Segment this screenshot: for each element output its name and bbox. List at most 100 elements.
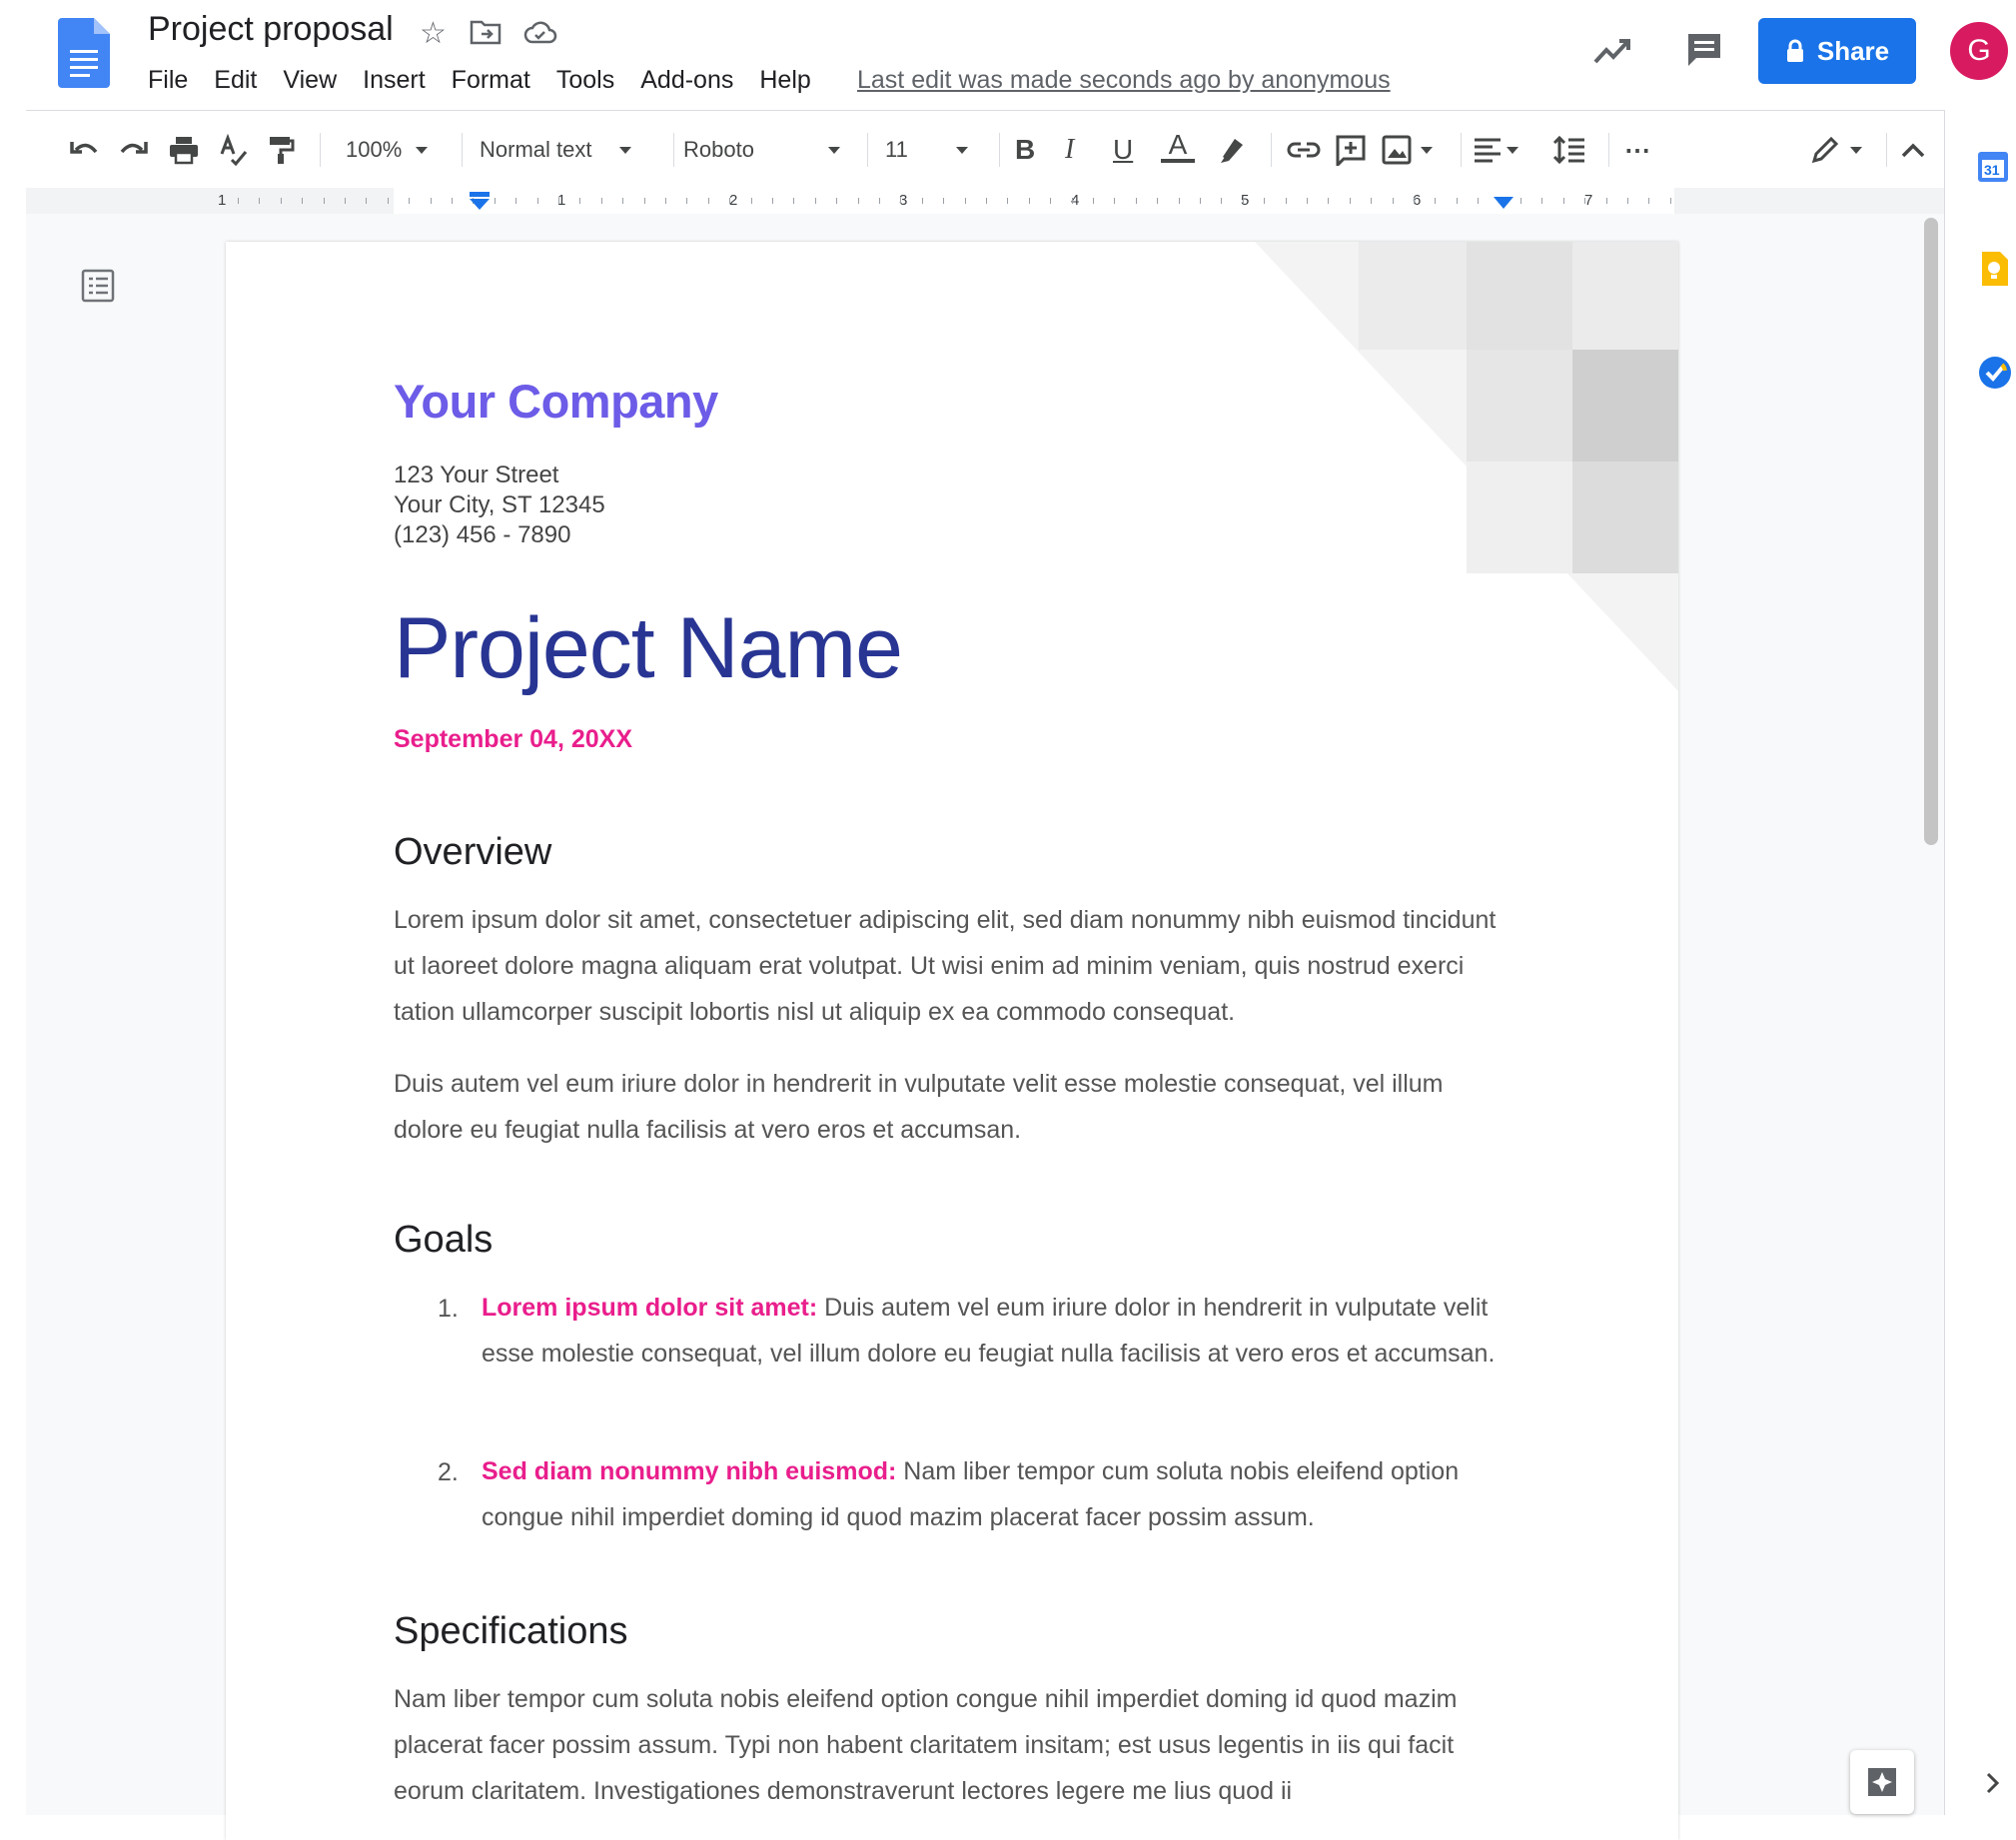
- line-spacing-icon[interactable]: [1552, 129, 1586, 171]
- document-title[interactable]: Project proposal: [148, 10, 394, 49]
- underline-button[interactable]: U: [1113, 129, 1133, 171]
- list-item-lead: Lorem ipsum dolor sit amet:: [482, 1294, 818, 1322]
- move-folder-icon[interactable]: [470, 18, 502, 55]
- ruler-tick: [579, 198, 580, 204]
- italic-button[interactable]: I: [1065, 129, 1074, 171]
- document-outline-icon[interactable]: [80, 268, 116, 309]
- bold-button[interactable]: B: [1015, 129, 1035, 171]
- cloud-saved-icon[interactable]: [523, 18, 557, 55]
- menu-help[interactable]: Help: [759, 66, 810, 95]
- ruler-tick: [259, 198, 260, 204]
- account-avatar[interactable]: G: [1950, 22, 2008, 80]
- ruler-tick: [409, 198, 410, 204]
- highlight-color-icon[interactable]: [1215, 129, 1245, 171]
- ruler-tick: [622, 198, 623, 204]
- address-line[interactable]: (123) 456 - 7890: [394, 521, 570, 549]
- ruler-tick: [965, 198, 966, 204]
- menu-edit[interactable]: Edit: [214, 66, 257, 95]
- menu-format[interactable]: Format: [452, 66, 530, 95]
- keep-icon[interactable]: [1980, 252, 2008, 291]
- more-options-icon[interactable]: ⋯: [1624, 129, 1650, 171]
- menu-add-ons[interactable]: Add-ons: [640, 66, 733, 95]
- ruler-tick: [751, 198, 752, 204]
- show-side-panel-icon[interactable]: [1984, 1770, 2002, 1801]
- share-button[interactable]: Share: [1758, 18, 1916, 84]
- ruler-tick: [1264, 198, 1265, 204]
- font-size-select[interactable]: 11: [885, 129, 968, 171]
- overview-paragraph[interactable]: Duis autem vel eum iriure dolor in hendr…: [394, 1061, 1509, 1153]
- overview-paragraph[interactable]: Lorem ipsum dolor sit amet, consectetuer…: [394, 897, 1509, 1035]
- project-name-heading[interactable]: Project Name: [394, 599, 903, 698]
- ruler-number: 2: [729, 192, 738, 209]
- ruler-tick: [1563, 198, 1564, 204]
- star-icon[interactable]: ☆: [420, 16, 447, 52]
- activity-dashboard-icon[interactable]: [1592, 32, 1632, 73]
- address-line[interactable]: 123 Your Street: [394, 461, 558, 489]
- scrollbar-thumb[interactable]: [1924, 218, 1938, 845]
- comments-icon[interactable]: [1684, 30, 1724, 75]
- ruler-tick: [1457, 198, 1458, 204]
- company-name[interactable]: Your Company: [394, 374, 718, 429]
- docs-logo-icon[interactable]: [58, 18, 110, 88]
- ruler-tick: [900, 198, 901, 204]
- overview-heading[interactable]: Overview: [394, 831, 551, 874]
- text-color-button[interactable]: A: [1161, 129, 1195, 173]
- calendar-day: 31: [1984, 162, 2000, 178]
- menu-view[interactable]: View: [283, 66, 337, 95]
- font-size-value: 11: [885, 137, 908, 162]
- address-line[interactable]: Your City, ST 12345: [394, 491, 605, 519]
- ruler-tick: [708, 198, 709, 204]
- redo-icon[interactable]: [118, 129, 150, 171]
- font-value: Roboto: [683, 137, 754, 162]
- ruler-tick: [1136, 198, 1137, 204]
- menu-bar: File Edit View Insert Format Tools Add-o…: [148, 66, 837, 95]
- align-left-icon[interactable]: [1473, 129, 1518, 171]
- ruler-tick: [1350, 198, 1351, 204]
- zoom-select[interactable]: 100%: [346, 129, 429, 171]
- list-item[interactable]: Sed diam nonummy nibh euismod: Nam liber…: [482, 1448, 1501, 1540]
- ruler-tick: [665, 198, 666, 204]
- specifications-heading[interactable]: Specifications: [394, 1610, 627, 1653]
- ruler-tick: [1307, 198, 1308, 204]
- insert-comment-icon[interactable]: [1335, 129, 1367, 171]
- ruler-tick: [537, 198, 538, 204]
- paint-format-icon[interactable]: [266, 129, 296, 171]
- ruler-tick: [1093, 198, 1094, 204]
- menu-file[interactable]: File: [148, 66, 188, 95]
- explore-button[interactable]: [1850, 1750, 1914, 1814]
- collapse-menus-icon[interactable]: [1900, 129, 1926, 171]
- goals-heading[interactable]: Goals: [394, 1219, 493, 1262]
- paragraph-style-select[interactable]: Normal text: [480, 129, 632, 171]
- menu-insert[interactable]: Insert: [363, 66, 426, 95]
- ruler-tick: [1414, 198, 1415, 204]
- ruler-tick: [281, 198, 282, 204]
- ruler-page-area: [394, 188, 1674, 214]
- ruler-tick: [1179, 198, 1180, 204]
- font-select[interactable]: Roboto: [683, 129, 840, 171]
- ruler-number: 7: [1584, 192, 1593, 209]
- specifications-paragraph[interactable]: Nam liber tempor cum soluta nobis eleife…: [394, 1676, 1509, 1815]
- left-indent-marker-icon[interactable]: [468, 190, 492, 217]
- right-indent-marker-icon[interactable]: [1493, 196, 1514, 215]
- ruler-tick: [879, 198, 880, 204]
- undo-icon[interactable]: [68, 129, 100, 171]
- insert-link-icon[interactable]: [1287, 129, 1321, 171]
- insert-image-icon[interactable]: [1381, 129, 1433, 171]
- list-item[interactable]: Lorem ipsum dolor sit amet: Duis autem v…: [482, 1285, 1501, 1377]
- ruler-tick: [793, 198, 794, 204]
- tasks-icon[interactable]: [1978, 356, 2012, 395]
- ruler-tick: [345, 198, 346, 204]
- text-color-letter: A: [1168, 129, 1188, 160]
- editing-mode-icon[interactable]: [1810, 129, 1862, 171]
- calendar-icon[interactable]: 31: [1978, 148, 2008, 187]
- ruler-tick: [1286, 198, 1287, 204]
- ruler-tick: [1221, 198, 1222, 204]
- project-date[interactable]: September 04, 20XX: [394, 725, 632, 754]
- last-edit-link[interactable]: Last edit was made seconds ago by anonym…: [857, 66, 1391, 95]
- menu-tools[interactable]: Tools: [556, 66, 614, 95]
- spellcheck-icon[interactable]: [218, 129, 250, 171]
- ruler-tick: [1050, 198, 1051, 204]
- print-icon[interactable]: [168, 129, 200, 171]
- ruler-tick: [986, 198, 987, 204]
- ruler-tick: [1371, 198, 1372, 204]
